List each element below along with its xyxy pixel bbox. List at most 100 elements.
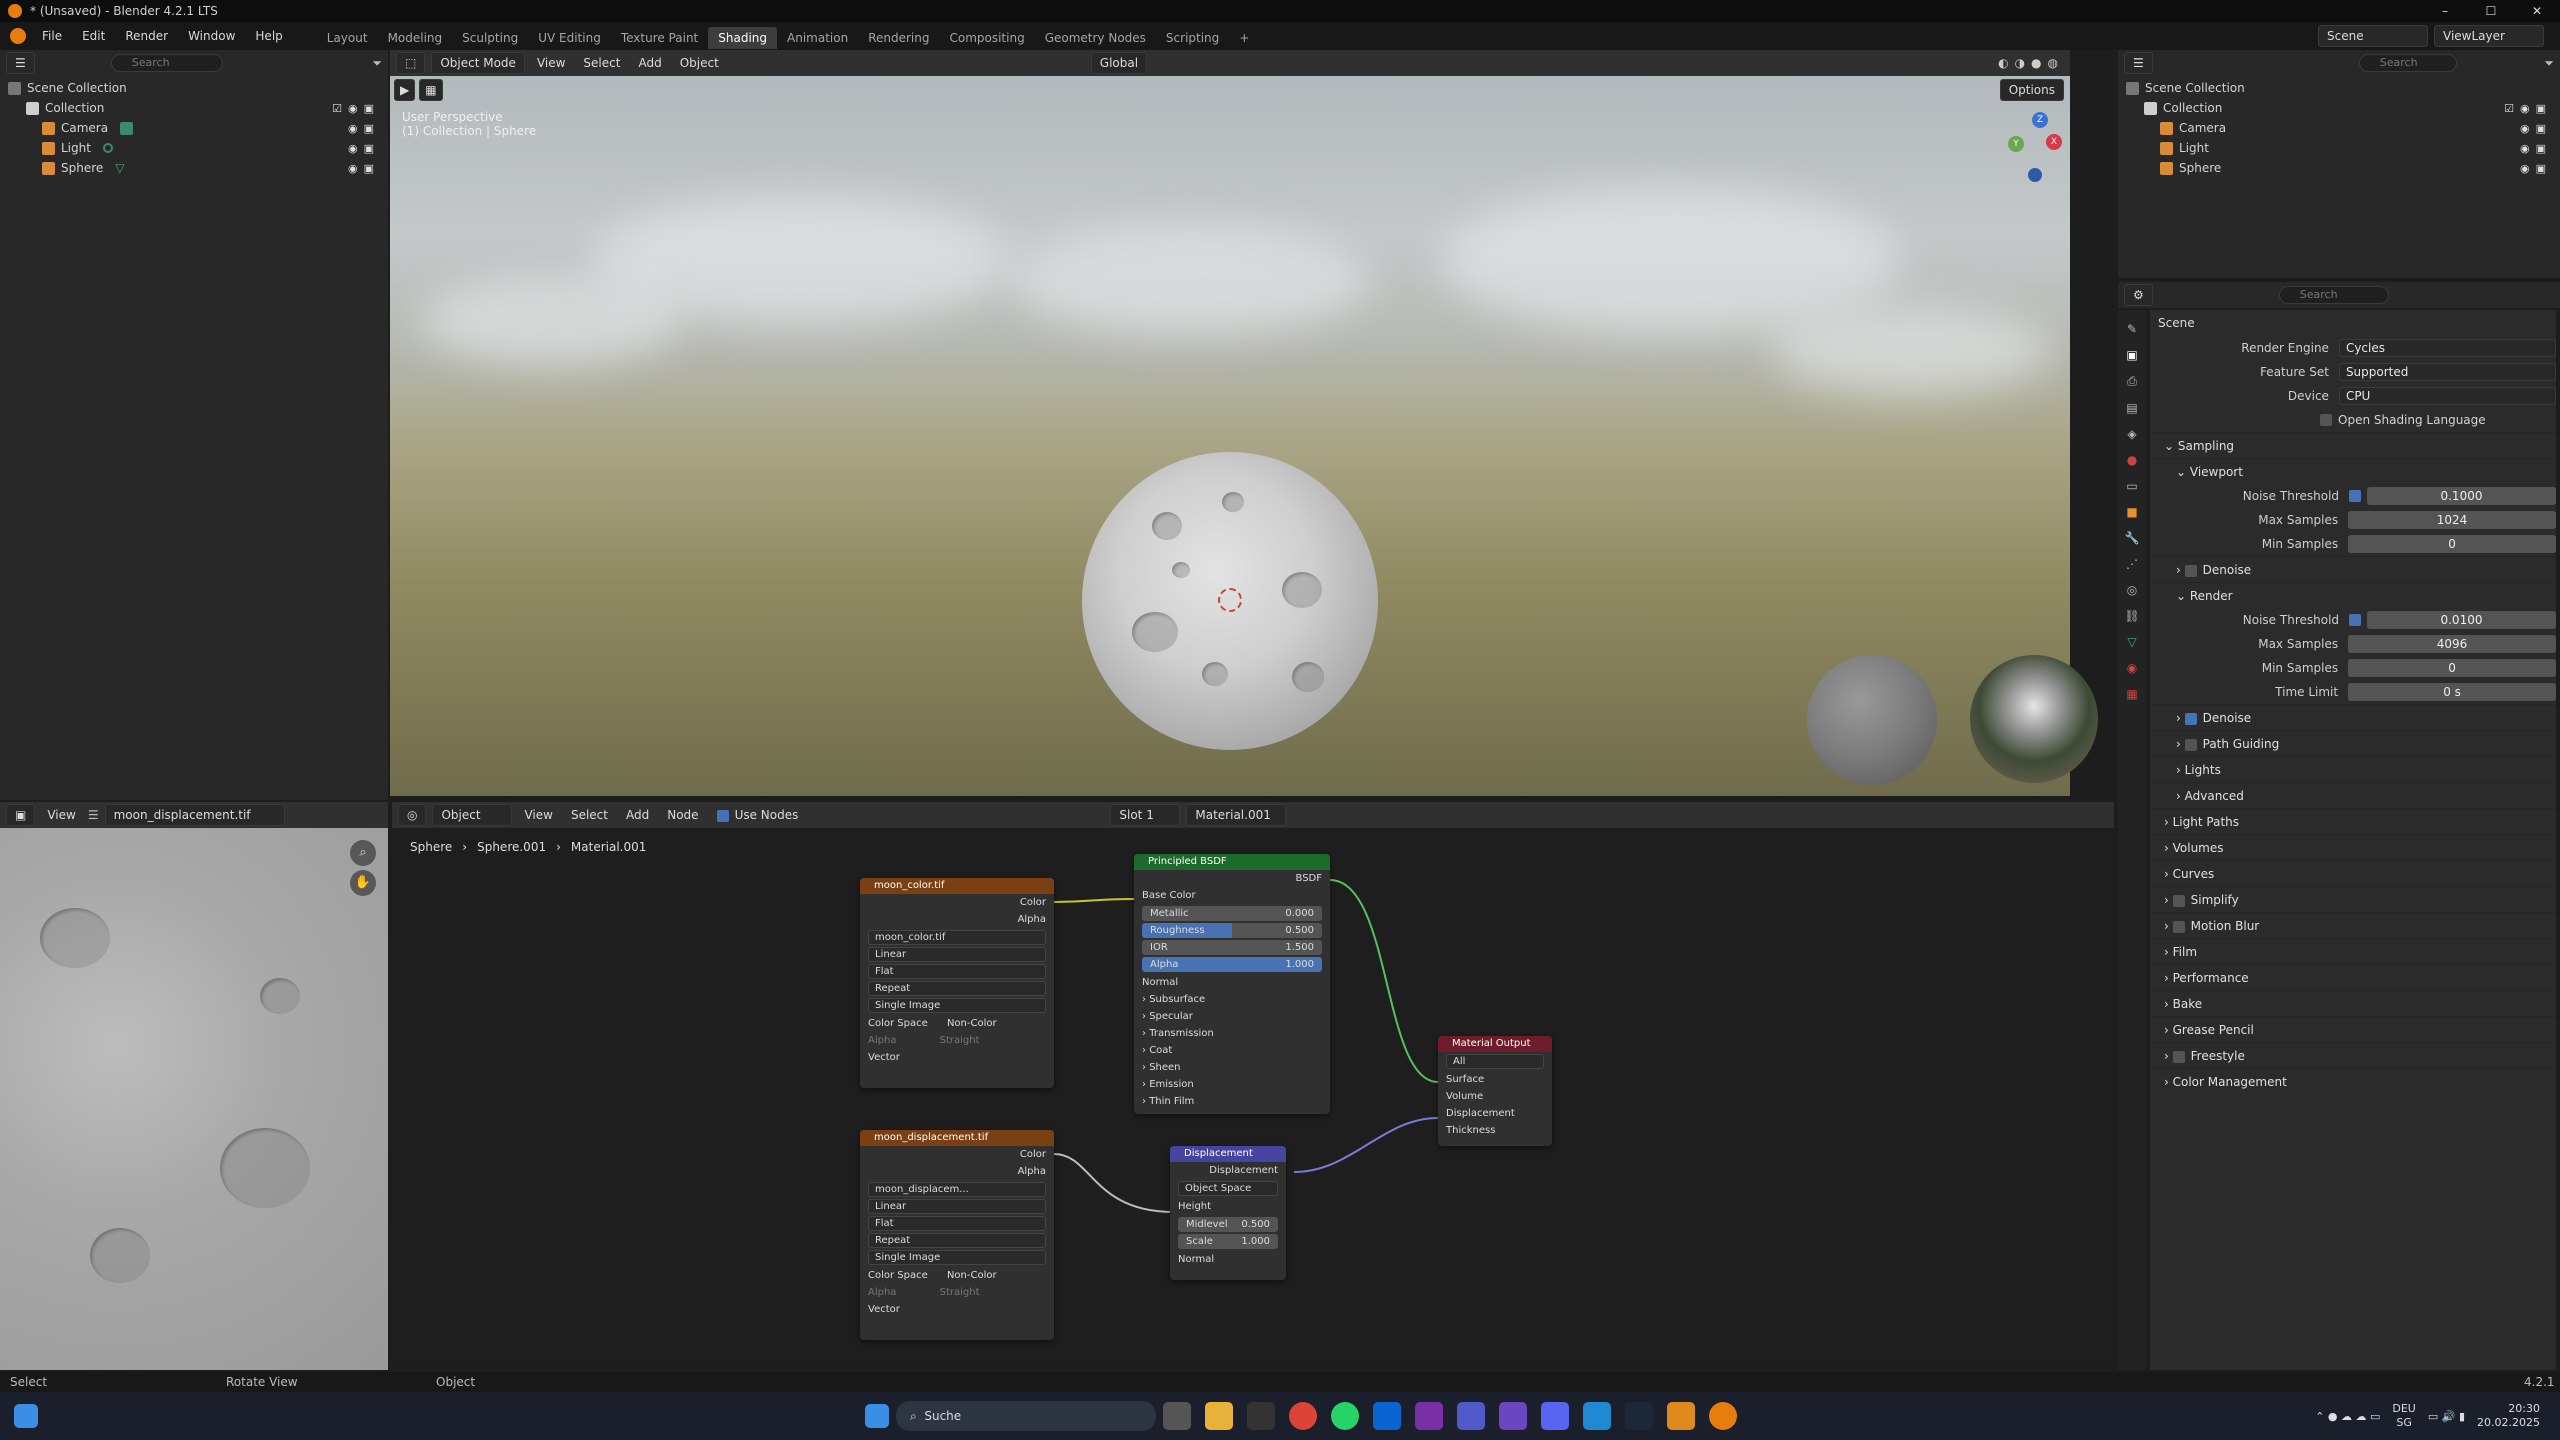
shader-node-editor[interactable]: Sphere › Sphere.001 › Material.001 moon_co… [392,830,2114,1366]
scene-collection-row[interactable]: Scene Collection [2126,78,2552,98]
tab-modeling[interactable]: Modeling [378,27,453,49]
node-header[interactable]: moon_color.tif [860,878,1054,894]
node-menu-view[interactable]: View [518,805,558,825]
constraints-tab-icon[interactable]: ⛓ [2124,609,2139,623]
moon-sphere-object[interactable] [1082,452,1378,750]
collection-row[interactable]: Collection ☑◉▣ [2126,98,2552,118]
menu-edit[interactable]: Edit [72,22,115,50]
viewport-max-samples-field[interactable]: 1024 [2348,511,2556,529]
terminal-icon[interactable] [1247,1402,1275,1430]
section-freestyle[interactable]: › Freestyle [2150,1042,2556,1068]
outliner-item-light[interactable]: Light ◉▣ [2126,138,2552,158]
close-button[interactable]: ✕ [2514,0,2560,22]
sublime-icon[interactable] [1667,1402,1695,1430]
object-mode-dropdown[interactable]: Object Mode [431,52,525,74]
menu-help[interactable]: Help [245,22,292,50]
use-nodes-checkbox[interactable]: Use Nodes [711,805,805,825]
clock[interactable]: 20:30 20.02.2025 [2477,1402,2540,1430]
gizmo-z-icon[interactable]: Z [2032,112,2048,128]
viewport-noise-threshold-field[interactable]: 0.1000 [2366,487,2556,505]
task-view-icon[interactable] [1163,1402,1191,1430]
blender-taskbar-icon[interactable] [1709,1402,1737,1430]
interpolation-dropdown[interactable]: Linear [868,947,1046,962]
editor-type-icon[interactable]: ☰ [6,52,35,74]
data-tab-icon[interactable]: ▽ [2127,635,2136,649]
filter-icon[interactable]: ⏷ [2544,56,2554,71]
material-selector[interactable]: Material.001 [1186,804,1287,826]
gizmo-y-icon[interactable]: Y [2008,136,2024,152]
section-color-management[interactable]: › Color Management [2150,1068,2556,1094]
windows-logo-icon[interactable] [14,1404,38,1428]
texture-tab-icon[interactable]: ▦ [2126,687,2137,701]
osl-checkbox[interactable]: Open Shading Language [2150,408,2556,432]
chrome-icon[interactable] [1289,1402,1317,1430]
zoom-icon[interactable]: ⌕ [350,840,376,866]
taskbar-search[interactable]: ⌕ Suche [896,1401,1156,1431]
viewport-menu-object[interactable]: Object [674,53,725,73]
feature-set-dropdown[interactable]: Supported [2338,363,2556,381]
node-image-texture-displacement[interactable]: moon_displacement.tif Color Alpha moon_d… [860,1130,1054,1340]
viewport-min-samples-field[interactable]: 0 [2348,535,2556,553]
node-displacement[interactable]: Displacement Displacement Object Space H… [1170,1146,1286,1280]
render-noise-checkbox[interactable] [2349,614,2361,626]
outliner-item-camera[interactable]: Camera ◉▣ [2126,118,2552,138]
visibility-icon[interactable]: ◉▣ [2520,122,2552,135]
subsection-viewport[interactable]: ⌄ Viewport [2150,458,2556,484]
navigation-gizmo[interactable]: Z X Y [1984,112,2064,192]
outliner-item-camera[interactable]: Camera ◉▣ [8,118,380,138]
source-dropdown[interactable]: Single Image [868,998,1046,1013]
tab-texture-paint[interactable]: Texture Paint [611,27,708,49]
tab-animation[interactable]: Animation [777,27,858,49]
viewport-menu-select[interactable]: Select [577,53,626,73]
transform-orientation-dropdown[interactable]: Global [1090,52,1148,74]
editor-type-icon[interactable]: ⚙ [2124,284,2153,306]
visibility-icon[interactable]: ◉▣ [2520,162,2552,175]
outliner-item-light[interactable]: Light ◉▣ [8,138,380,158]
view-layer-tab-icon[interactable]: ▤ [2126,401,2137,415]
section-bake[interactable]: › Bake [2150,990,2556,1016]
start-icon[interactable] [865,1404,889,1428]
shading-mode-icons[interactable]: ◐◑●◍ [1998,56,2064,70]
node-header[interactable]: Displacement [1170,1146,1286,1162]
render-tab-icon[interactable]: ▣ [2126,348,2137,362]
subsection-viewport-denoise[interactable]: › Denoise [2150,556,2556,582]
render-noise-threshold-field[interactable]: 0.0100 [2366,611,2556,629]
image-view-menu[interactable]: View [41,805,81,825]
visibility-icon[interactable]: ◉▣ [348,142,380,155]
pan-hand-icon[interactable]: ✋ [350,870,376,896]
node-menu-select[interactable]: Select [565,805,614,825]
outliner-search[interactable]: Search [110,54,223,72]
render-min-samples-field[interactable]: 0 [2348,659,2556,677]
tool-tab-icon[interactable]: ✎ [2127,322,2137,336]
panel-emission[interactable]: › Emission [1134,1076,1330,1093]
add-workspace-button[interactable]: + [1229,27,1259,49]
menu-icon[interactable]: ☰ [88,808,99,822]
select-tool-buttons[interactable]: ▶ ▦ [394,79,443,101]
visibility-icon[interactable]: ☑◉▣ [2504,102,2552,115]
object-tab-icon[interactable]: ■ [2126,505,2137,519]
node-header[interactable]: moon_displacement.tif [860,1130,1054,1146]
node-material-output[interactable]: Material Output All Surface Volume Displ… [1438,1036,1552,1146]
network-volume-icons[interactable]: ▭ 🔊 ▮ [2428,1410,2465,1423]
extension-dropdown[interactable]: Repeat [868,1233,1046,1248]
outliner-search[interactable]: Search [2358,54,2457,72]
subsection-render-denoise[interactable]: › Denoise [2150,704,2556,730]
scene-selector[interactable]: Scene [2318,25,2428,47]
section-sampling[interactable]: ⌄ Sampling [2150,432,2556,458]
onenote-icon[interactable] [1415,1402,1443,1430]
language-indicator[interactable]: DEU SG [2392,1402,2415,1430]
projection-dropdown[interactable]: Flat [868,1216,1046,1231]
tab-shading[interactable]: Shading [708,26,777,49]
options-dropdown[interactable]: Options [1999,79,2064,101]
subsection-path-guiding[interactable]: › Path Guiding [2150,730,2556,756]
metallic-slider[interactable]: Metallic 0.000 [1142,906,1322,921]
midlevel-slider[interactable]: Midlevel 0.500 [1178,1217,1278,1232]
section-curves[interactable]: › Curves [2150,860,2556,886]
material-tab-icon[interactable]: ◉ [2127,661,2137,675]
alpha-slider[interactable]: Alpha 1.000 [1142,957,1322,972]
tab-layout[interactable]: Layout [317,27,378,49]
section-motion-blur[interactable]: › Motion Blur [2150,912,2556,938]
physics-tab-icon[interactable]: ◎ [2127,583,2137,597]
world-tab-icon[interactable]: ● [2127,453,2137,467]
editor-type-icon[interactable]: ☰ [2124,52,2153,74]
